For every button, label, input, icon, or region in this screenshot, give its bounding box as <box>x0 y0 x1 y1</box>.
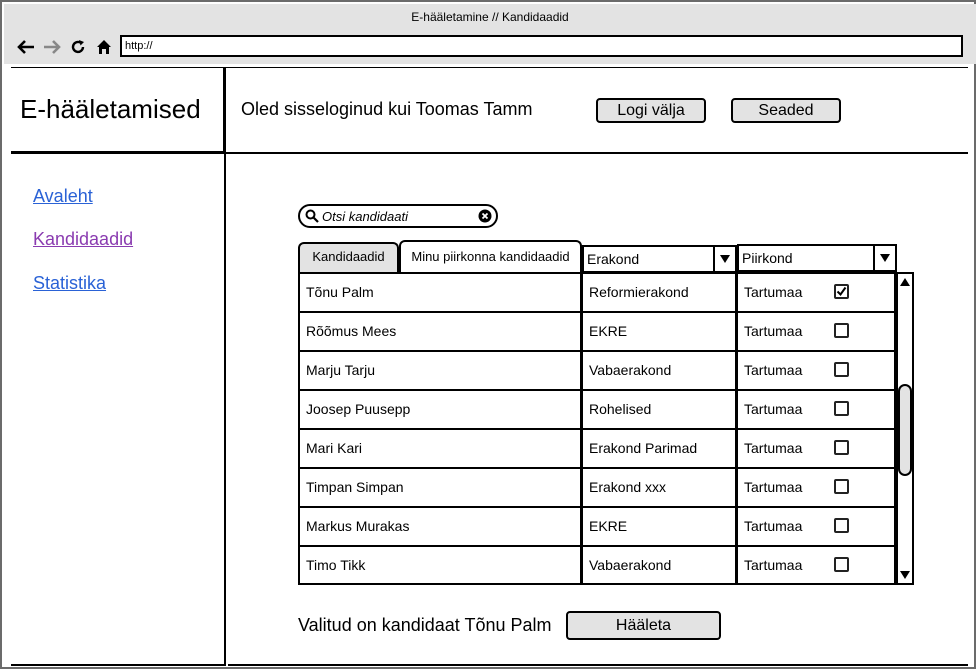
table-row[interactable]: Rõõmus Mees EKRE Tartumaa <box>300 311 894 350</box>
candidate-name: Timo Tikk <box>300 547 583 584</box>
chevron-down-icon[interactable] <box>873 246 895 270</box>
party-filter-label: Erakond <box>587 251 640 267</box>
district-filter-dropdown[interactable]: Piirkond <box>737 244 897 272</box>
back-arrow-icon[interactable] <box>16 36 36 58</box>
sidebar-item-statistics[interactable]: Statistika <box>33 273 106 294</box>
select-checkbox[interactable] <box>834 362 849 377</box>
candidate-party: Vabaerakond <box>583 547 738 584</box>
sidebar-item-home[interactable]: Avaleht <box>33 186 93 207</box>
select-checkbox[interactable] <box>834 440 849 455</box>
vote-button[interactable]: Hääleta <box>566 611 721 640</box>
select-checkbox[interactable] <box>834 323 849 338</box>
candidate-district: Tartumaa <box>744 401 803 417</box>
candidate-name: Marju Tarju <box>300 352 583 389</box>
logo-panel: E-hääletamised <box>11 67 226 154</box>
settings-button[interactable]: Seaded <box>731 98 841 123</box>
checkmark-icon <box>836 286 847 297</box>
candidate-name: Mari Kari <box>300 430 583 467</box>
main-content: Otsi kandidaati Kandidaadid Minu piirkon… <box>228 154 968 666</box>
candidate-party: EKRE <box>583 313 738 350</box>
selected-candidate-text: Valitud on kandidaat Tõnu Palm <box>298 615 552 635</box>
browser-toolbar: http:// <box>4 32 976 64</box>
select-checkbox[interactable] <box>834 284 849 299</box>
candidate-district: Tartumaa <box>744 323 803 339</box>
scrollbar-thumb[interactable] <box>898 384 912 476</box>
candidate-district: Tartumaa <box>744 518 803 534</box>
home-icon[interactable] <box>94 36 114 58</box>
candidate-party: Vabaerakond <box>583 352 738 389</box>
table-row[interactable]: Tõnu Palm Reformierakond Tartumaa <box>300 272 894 311</box>
select-checkbox[interactable] <box>834 518 849 533</box>
candidate-district: Tartumaa <box>744 440 803 456</box>
clear-icon[interactable] <box>478 209 492 228</box>
table-row[interactable]: Joosep Puusepp Rohelised Tartumaa <box>300 389 894 428</box>
search-icon <box>305 209 319 228</box>
district-filter-label: Piirkond <box>742 250 793 266</box>
table-row[interactable]: Mari Kari Erakond Parimad Tartumaa <box>300 428 894 467</box>
url-input[interactable]: http:// <box>120 35 963 57</box>
candidate-party: Reformierakond <box>583 274 738 311</box>
select-checkbox[interactable] <box>834 401 849 416</box>
login-status: Oled sisseloginud kui Toomas Tamm <box>241 99 533 119</box>
chevron-down-icon[interactable] <box>713 247 735 271</box>
candidate-district: Tartumaa <box>744 479 803 495</box>
candidate-party: Rohelised <box>583 391 738 428</box>
party-filter-dropdown[interactable]: Erakond <box>582 245 737 273</box>
table-scrollbar[interactable] <box>896 272 914 585</box>
candidate-party: EKRE <box>583 508 738 545</box>
tab-candidates[interactable]: Kandidaadid <box>298 242 399 272</box>
logout-button[interactable]: Logi välja <box>596 98 706 123</box>
table-row[interactable]: Markus Murakas EKRE Tartumaa <box>300 506 894 545</box>
reload-icon[interactable] <box>68 36 88 58</box>
candidate-party: Erakond Parimad <box>583 430 738 467</box>
candidate-district: Tartumaa <box>744 557 803 573</box>
forward-arrow-icon[interactable] <box>42 36 62 58</box>
window-title: E-hääletamine // Kandidaadid <box>4 4 976 32</box>
candidates-table: Tõnu Palm Reformierakond Tartumaa Rõõmus… <box>298 272 896 585</box>
sidebar-item-candidates[interactable]: Kandidaadid <box>33 229 133 250</box>
table-row[interactable]: Timpan Simpan Erakond xxx Tartumaa <box>300 467 894 506</box>
site-logo: E-hääletamised <box>20 94 201 124</box>
candidate-name: Rõõmus Mees <box>300 313 583 350</box>
candidate-district: Tartumaa <box>744 284 803 300</box>
header: Oled sisseloginud kui Toomas Tamm Logi v… <box>226 67 968 154</box>
candidate-name: Timpan Simpan <box>300 469 583 506</box>
scroll-up-arrow-icon[interactable] <box>898 274 912 290</box>
candidate-party: Erakond xxx <box>583 469 738 506</box>
browser-window: E-hääletamine // Kandidaadid http:// E-h… <box>0 0 976 669</box>
tab-my-district-candidates[interactable]: Minu piirkonna kandidaadid <box>399 240 582 272</box>
sidebar: Avaleht Kandidaadid Statistika <box>11 154 226 666</box>
search-input[interactable]: Otsi kandidaati <box>298 204 498 228</box>
table-row[interactable]: Timo Tikk Vabaerakond Tartumaa <box>300 545 894 584</box>
candidate-name: Tõnu Palm <box>300 274 583 311</box>
candidate-district: Tartumaa <box>744 362 803 378</box>
scroll-down-arrow-icon[interactable] <box>898 567 912 583</box>
table-row[interactable]: Marju Tarju Vabaerakond Tartumaa <box>300 350 894 389</box>
select-checkbox[interactable] <box>834 479 849 494</box>
candidate-name: Markus Murakas <box>300 508 583 545</box>
select-checkbox[interactable] <box>834 557 849 572</box>
search-placeholder: Otsi kandidaati <box>322 209 408 224</box>
candidate-name: Joosep Puusepp <box>300 391 583 428</box>
